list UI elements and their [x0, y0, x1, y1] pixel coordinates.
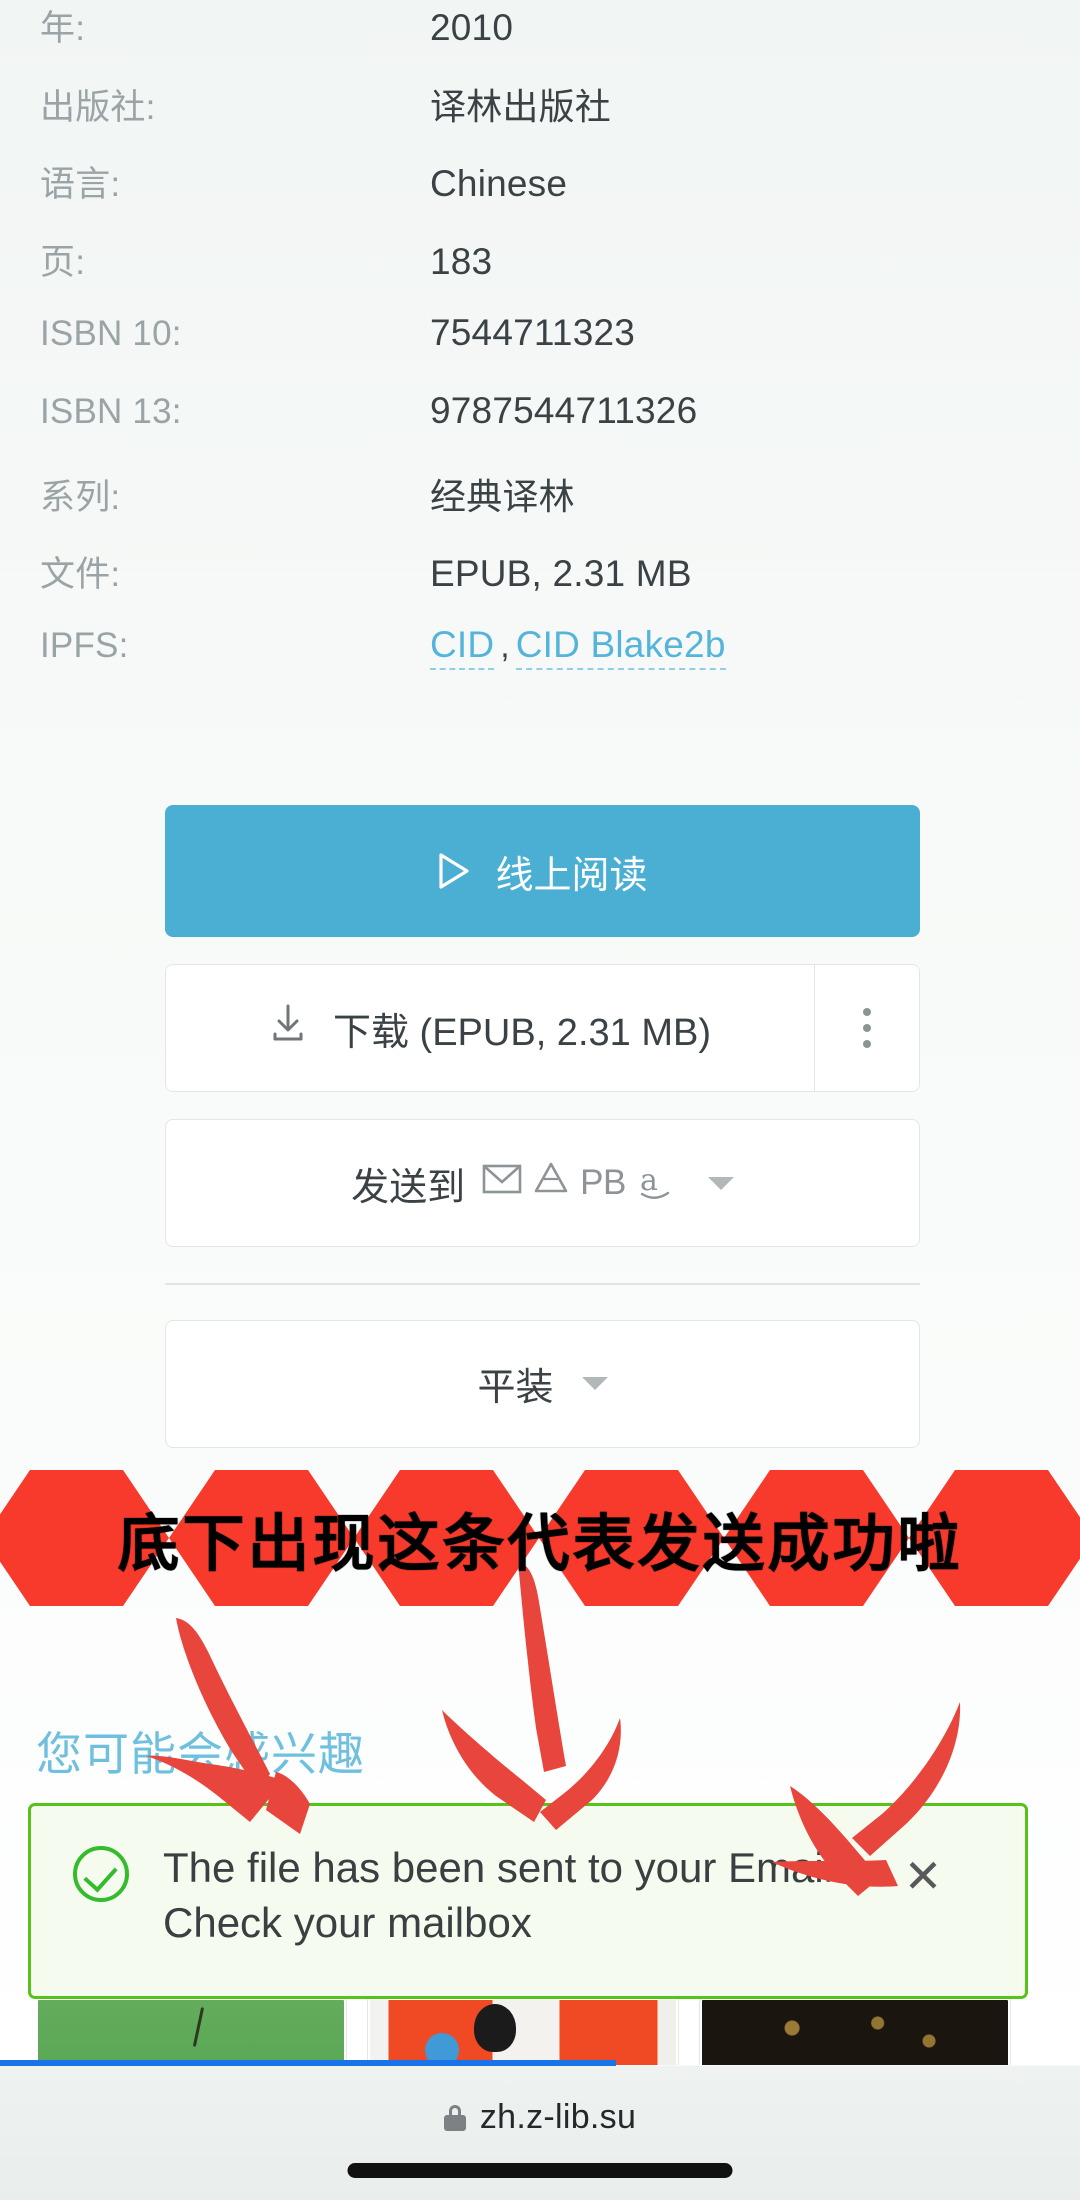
svg-text:a: a [640, 1163, 658, 1198]
email-icon[interactable] [482, 1162, 522, 1205]
related-books-strip [36, 1998, 1080, 2065]
detail-value-file: EPUB, 2.31 MB [430, 553, 692, 594]
lock-icon [443, 2104, 466, 2131]
detail-label-year: 年: [40, 9, 86, 48]
send-to-label: 发送到 [351, 1166, 466, 1209]
url-text: zh.z-lib.su [479, 2098, 637, 2136]
read-online-button[interactable]: 线上阅读 [165, 805, 920, 937]
download-button-group: 下载 (EPUB, 2.31 MB) [165, 964, 920, 1092]
detail-label-publisher: 出版社: [40, 88, 156, 127]
annotation-ribbon-text: 底下出现这条代表发送成功啦 [117, 1507, 963, 1580]
read-online-label: 线上阅读 [495, 854, 648, 897]
chevron-down-icon[interactable] [581, 1377, 608, 1391]
google-drive-icon[interactable] [533, 1161, 569, 1205]
send-to-icon-group: PB a [482, 1161, 673, 1206]
table-row: 语言: Chinese [0, 156, 1080, 234]
detail-value-series: 经典译林 [430, 476, 575, 517]
play-triangle-icon [437, 852, 471, 890]
table-row: 系列: 经典译林 [0, 468, 1080, 546]
cid-separator: , [500, 627, 510, 664]
kebab-menu-icon[interactable] [815, 965, 919, 1091]
book-cover-thumbnail[interactable] [700, 1998, 1010, 2065]
annotation-arrows [0, 1560, 1080, 1900]
detail-value-publisher: 译林出版社 [430, 86, 612, 127]
detail-value-ipfs: CID, CID Blake2b [430, 624, 1080, 670]
cid-link[interactable]: CID [430, 624, 495, 670]
detail-label-ipfs: IPFS: [40, 626, 129, 665]
amazon-icon[interactable]: a [637, 1161, 673, 1206]
download-button[interactable]: 下载 (EPUB, 2.31 MB) [166, 965, 815, 1091]
detail-value-isbn10: 7544711323 [430, 312, 636, 353]
download-icon [269, 1003, 307, 1053]
detail-value-isbn13: 9787544711326 [430, 390, 698, 431]
home-indicator[interactable] [347, 2163, 733, 2178]
detail-value-year: 2010 [430, 7, 514, 48]
table-row: 页: 183 [0, 234, 1080, 312]
format-select-button[interactable]: 平装 [165, 1319, 920, 1448]
detail-label-series: 系列: [40, 478, 121, 517]
detail-label-file: 文件: [40, 555, 121, 594]
download-label: 下载 (EPUB, 2.31 MB) [333, 1011, 711, 1054]
detail-label-isbn10: ISBN 10: [40, 314, 182, 353]
table-row: ISBN 13: 9787544711326 [0, 390, 1080, 468]
book-cover-thumbnail[interactable] [368, 1998, 678, 2065]
detail-label-language: 语言: [40, 165, 121, 204]
detail-label-isbn13: ISBN 13: [40, 392, 182, 431]
format-label: 平装 [477, 1367, 554, 1410]
phone-screenshot: 年: 2010 出版社: 译林出版社 语言: Chinese 页: 183 IS… [0, 0, 1080, 2200]
detail-value-pages: 183 [430, 241, 493, 282]
pocketbook-icon[interactable]: PB [580, 1163, 626, 1203]
cid-blake2b-link[interactable]: CID Blake2b [515, 624, 726, 670]
book-details-table: 年: 2010 出版社: 译林出版社 语言: Chinese 页: 183 IS… [0, 0, 1080, 702]
section-divider [165, 1283, 920, 1285]
url-row[interactable]: zh.z-lib.su [443, 2098, 637, 2137]
browser-address-bar[interactable]: zh.z-lib.su [0, 2066, 1080, 2200]
table-row: 年: 2010 [0, 0, 1080, 78]
send-to-button[interactable]: 发送到 PB a [165, 1119, 920, 1247]
annotation-ribbon: 底下出现这条代表发送成功啦 [0, 1470, 1080, 1606]
detail-label-pages: 页: [40, 243, 86, 282]
detail-value-language: Chinese [430, 163, 568, 204]
action-button-group: 线上阅读 下载 (EPUB, 2.31 MB) 发送到 PB a 平装 [165, 805, 920, 1448]
table-row-ipfs: IPFS: CID, CID Blake2b [0, 624, 1080, 702]
table-row: 文件: EPUB, 2.31 MB [0, 546, 1080, 624]
book-cover-thumbnail[interactable] [36, 1998, 346, 2065]
chevron-down-icon[interactable] [707, 1176, 734, 1190]
table-row: ISBN 10: 7544711323 [0, 312, 1080, 390]
table-row: 出版社: 译林出版社 [0, 78, 1080, 156]
